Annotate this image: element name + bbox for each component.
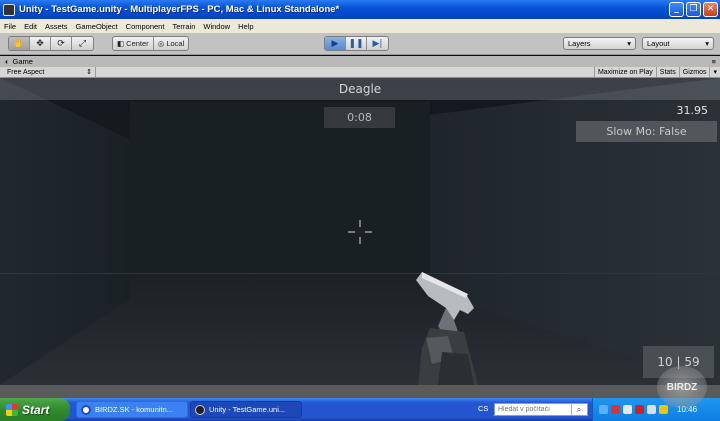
taskbar-item-unity[interactable]: Unity - TestGame.uni... xyxy=(190,401,302,418)
hud-fps-counter: 31.95 xyxy=(676,104,709,117)
game-viewport[interactable]: Deagle 0:08 31.95 Slow Mo: False 10 | 59 xyxy=(0,78,720,385)
pivot-center-toggle[interactable]: ◧ Center xyxy=(113,37,154,50)
menu-help[interactable]: Help xyxy=(234,22,257,31)
layout-label: Layout xyxy=(647,39,670,48)
chevron-updown-icon: ⇕ xyxy=(86,69,92,76)
hand-tool-icon[interactable]: ✋ xyxy=(9,37,30,50)
menu-gameobject[interactable]: GameObject xyxy=(72,22,122,31)
network-icon[interactable] xyxy=(599,405,608,414)
menu-bar: File Edit Assets GameObject Component Te… xyxy=(0,19,720,33)
aspect-label: Free Aspect xyxy=(7,68,45,76)
hud-weapon-banner: Deagle xyxy=(0,78,720,100)
layers-label: Layers xyxy=(568,39,591,48)
start-button[interactable]: Start xyxy=(0,398,70,421)
pivot-center-label: Center xyxy=(126,39,149,48)
close-button[interactable]: ✕ xyxy=(703,2,718,17)
menu-edit[interactable]: Edit xyxy=(20,22,41,31)
maximize-on-play-toggle[interactable]: Maximize on Play xyxy=(593,67,656,77)
pivot-tools: ◧ Center ◎ Local xyxy=(112,36,190,51)
windows-taskbar: Start BIRDZ.SK - komunitn... Unity - Tes… xyxy=(0,398,720,421)
menu-terrain[interactable]: Terrain xyxy=(168,22,199,31)
unity-app-icon xyxy=(3,3,15,16)
maximize-button[interactable]: ❐ xyxy=(686,2,701,17)
chevron-down-icon: ▾ xyxy=(627,39,631,48)
browser-icon xyxy=(81,404,91,415)
step-icon[interactable]: ▶| xyxy=(367,37,388,50)
taskbar-item-browser[interactable]: BIRDZ.SK - komunitn... xyxy=(76,401,188,418)
unity-icon xyxy=(195,404,205,415)
game-tab-label: Game xyxy=(12,57,33,66)
playback-controls: ▶ ❚❚ ▶| xyxy=(324,36,389,51)
flag-tray-icon[interactable] xyxy=(623,405,632,414)
volume-icon[interactable] xyxy=(647,405,656,414)
pistol-viewmodel-icon xyxy=(416,272,478,385)
pause-icon[interactable]: ❚❚ xyxy=(346,37,367,50)
chevron-down-icon: ▾ xyxy=(705,39,709,48)
watermark-logo: BIRDZ xyxy=(657,366,707,408)
scene-floor-line xyxy=(0,273,720,274)
layers-dropdown[interactable]: Layers ▾ xyxy=(563,37,636,50)
transform-tools: ✋ ✥ ⟳ ⤢ xyxy=(8,36,94,51)
hud-slow-mo-status: Slow Mo: False xyxy=(576,121,717,142)
scale-tool-icon[interactable]: ⤢ xyxy=(72,37,93,50)
aspect-dropdown[interactable]: Free Aspect ⇕ xyxy=(0,67,96,77)
tab-game[interactable]: ◐ Game ≡ xyxy=(0,56,720,67)
system-tray: 10:46 xyxy=(592,398,720,421)
start-label: Start xyxy=(22,402,50,417)
search-icon[interactable]: ⌕ xyxy=(571,404,586,415)
stats-toggle[interactable]: Stats xyxy=(655,67,679,77)
update-icon[interactable] xyxy=(659,405,668,414)
window-title-bar[interactable]: Unity - TestGame.unity - MultiplayerFPS … xyxy=(0,0,720,19)
status-bar xyxy=(0,385,720,398)
scene-back-wall xyxy=(130,102,430,300)
search-input[interactable] xyxy=(495,404,571,415)
menu-component[interactable]: Component xyxy=(122,22,169,31)
menu-assets[interactable]: Assets xyxy=(41,22,72,31)
menu-window[interactable]: Window xyxy=(199,22,234,31)
window-title: Unity - TestGame.unity - MultiplayerFPS … xyxy=(19,4,340,15)
layout-dropdown[interactable]: Layout ▾ xyxy=(642,37,714,50)
windows-logo-icon xyxy=(6,403,18,416)
minimize-button[interactable]: _ xyxy=(669,2,684,17)
panel-menu-icon[interactable]: ≡ xyxy=(712,57,716,66)
taskbar-item-label: Unity - TestGame.uni... xyxy=(209,405,286,414)
game-view-toolbar: Free Aspect ⇕ Maximize on Play Stats Giz… xyxy=(0,67,720,78)
hud-weapon-name: Deagle xyxy=(338,82,382,96)
pivot-local-toggle[interactable]: ◎ Local xyxy=(154,37,189,50)
taskbar-item-label: BIRDZ.SK - komunitn... xyxy=(95,405,173,414)
play-icon[interactable]: ▶ xyxy=(325,37,346,50)
desktop-search: ⌕ xyxy=(494,403,588,416)
game-tab-icon: ◐ xyxy=(5,57,10,66)
crosshair-icon xyxy=(348,220,372,244)
security-icon[interactable] xyxy=(611,405,620,414)
pivot-local-label: Local xyxy=(166,39,185,48)
move-tool-icon[interactable]: ✥ xyxy=(30,37,51,50)
antivirus-icon[interactable] xyxy=(635,405,644,414)
hud-timer: 0:08 xyxy=(324,107,395,128)
menu-file[interactable]: File xyxy=(0,22,20,31)
rotate-tool-icon[interactable]: ⟳ xyxy=(51,37,72,50)
unity-toolbar: ✋ ✥ ⟳ ⤢ ◧ Center ◎ Local ▶ ❚❚ ▶| Layers … xyxy=(0,33,720,55)
language-indicator[interactable]: CS xyxy=(478,404,488,413)
gizmos-toggle[interactable]: Gizmos xyxy=(678,67,710,77)
chevron-down-icon[interactable]: ▾ xyxy=(709,67,720,77)
